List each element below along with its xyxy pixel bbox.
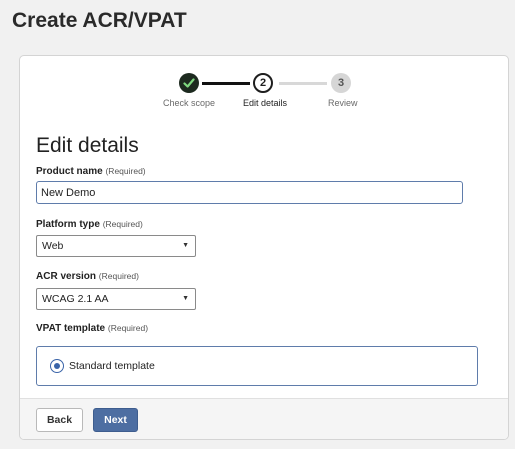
platform-type-label: Platform type (Required): [36, 219, 143, 230]
required-hint: (Required): [105, 166, 146, 176]
product-name-label: Product name (Required): [36, 166, 146, 177]
step-review: 3: [331, 73, 351, 93]
step-check-scope: [179, 73, 199, 93]
platform-type-select[interactable]: Web ▼: [36, 235, 196, 257]
caret-down-icon: ▼: [182, 242, 189, 249]
required-hint: (Required): [107, 323, 149, 333]
stepper-connector-upcoming: [279, 82, 327, 85]
form-footer: Back Next: [20, 398, 508, 439]
form-card: 2 3 Check scope Edit details Review Edit…: [19, 55, 509, 440]
acr-version-value: WCAG 2.1 AA: [42, 293, 109, 305]
template-option-standard[interactable]: Standard template: [36, 346, 478, 386]
product-name-label-text: Product name: [36, 166, 103, 177]
checkmark-icon: [183, 78, 195, 88]
required-hint: (Required): [98, 271, 139, 281]
radio-dot-icon: [53, 362, 60, 369]
radio-button-selected[interactable]: [50, 359, 64, 373]
vpat-template-label: VPAT template (Required): [36, 323, 148, 334]
step-edit-details: 2: [253, 73, 273, 93]
vpat-template-label-text: VPAT template: [36, 323, 106, 334]
step-label-edit-details: Edit details: [243, 98, 288, 108]
back-button[interactable]: Back: [36, 408, 83, 432]
platform-type-label-text: Platform type: [36, 219, 100, 230]
product-name-input[interactable]: [36, 181, 463, 204]
step-label-check-scope: Check scope: [163, 98, 216, 108]
next-button[interactable]: Next: [93, 408, 138, 432]
stepper-connector-complete: [202, 82, 250, 85]
section-title: Edit details: [36, 134, 139, 157]
template-option-label: Standard template: [69, 360, 155, 372]
caret-down-icon: ▼: [182, 295, 189, 302]
page-title: Create ACR/VPAT: [12, 9, 187, 32]
step-label-review: Review: [328, 98, 358, 108]
platform-type-value: Web: [42, 240, 64, 252]
acr-version-label-text: ACR version: [36, 271, 97, 282]
required-hint: (Required): [102, 219, 143, 229]
acr-version-label: ACR version (Required): [36, 271, 139, 282]
acr-version-select[interactable]: WCAG 2.1 AA ▼: [36, 288, 196, 310]
